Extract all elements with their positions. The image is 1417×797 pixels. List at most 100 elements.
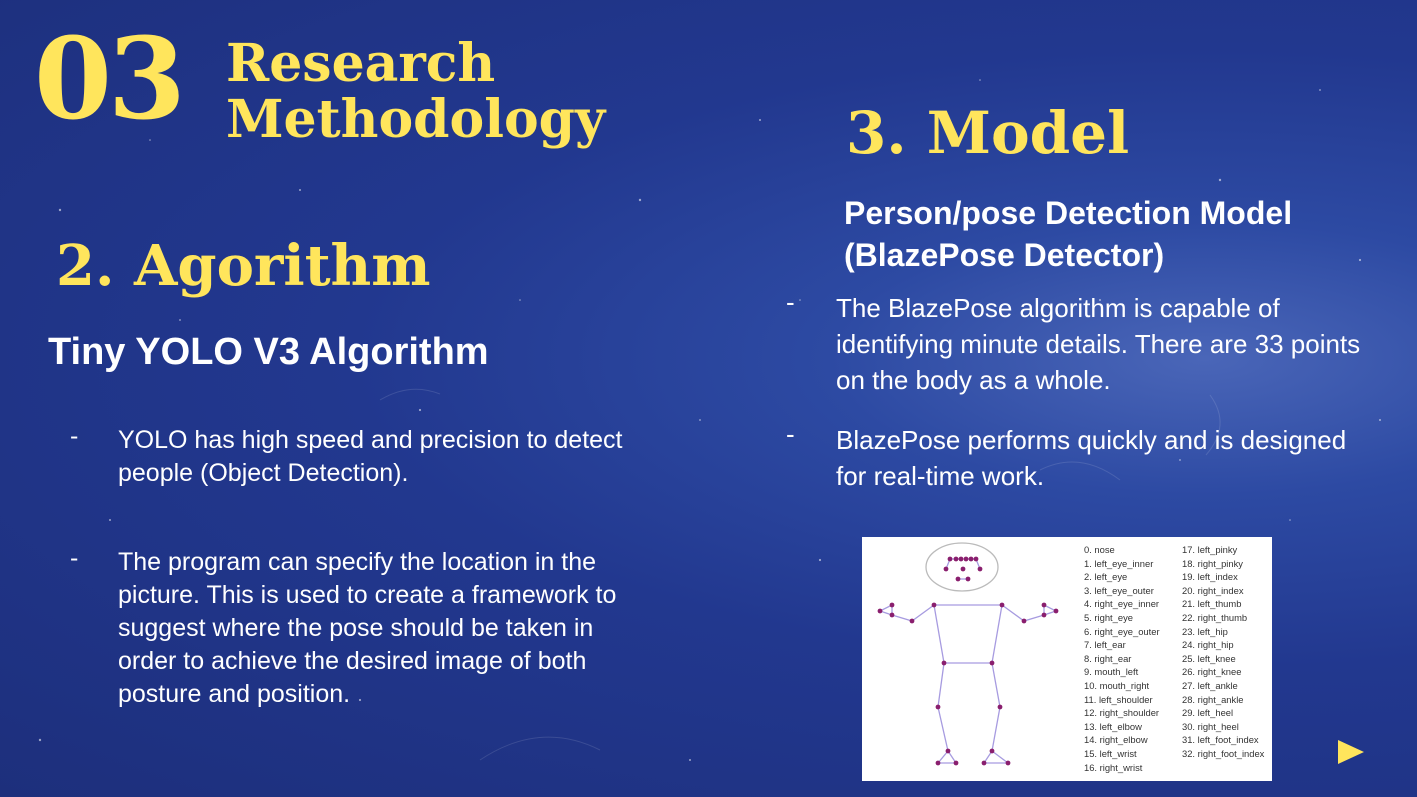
keypoint-label: 30. right_heel [1182, 720, 1239, 732]
joint [935, 704, 941, 710]
joint [968, 556, 974, 562]
joint [1021, 618, 1027, 624]
keypoint-label: 4. right_eye_inner [1084, 598, 1160, 610]
keypoint-legend-col2: 17. left_pinky 18. right_pinky 19. left_in… [1182, 543, 1264, 761]
play-triangle-icon [1338, 740, 1364, 764]
keypoint-label: 6. right_eye_outer [1084, 625, 1160, 637]
joint [977, 566, 983, 572]
joint [997, 704, 1003, 710]
joint [877, 608, 883, 614]
section-title-line1: Research [226, 33, 496, 94]
keypoint-label: 27. left_ankle [1182, 679, 1238, 691]
next-slide-button[interactable] [1336, 738, 1366, 766]
model-bullet-list: - The BlazePose algorithm is capable of … [786, 287, 1376, 494]
joint [981, 760, 987, 766]
keypoint-label: 5. right_eye [1084, 611, 1133, 623]
keypoint-label: 22. right_thumb [1182, 611, 1248, 623]
keypoint-label: 21. left_thumb [1182, 598, 1242, 610]
keypoint-label: 25. left_knee [1182, 652, 1236, 664]
joint [955, 576, 961, 582]
joint [958, 556, 964, 562]
joint [1053, 608, 1059, 614]
joint [1041, 612, 1047, 618]
keypoint-label: 14. right_elbow [1084, 734, 1148, 746]
keypoint-label: 29. left_heel [1182, 707, 1234, 719]
keypoint-label: 15. left_wrist [1084, 747, 1137, 759]
joint [953, 760, 959, 766]
bullet-text: The BlazePose algorithm is capable of id… [836, 293, 1361, 395]
model-subheading: Person/pose Detection Model (BlazePose D… [844, 192, 1292, 276]
bullet-dash: - [786, 287, 795, 317]
joint [935, 760, 941, 766]
bone [982, 750, 1010, 764]
bullet-dash: - [70, 544, 79, 572]
keypoint-label: 12. right_shoulder [1084, 707, 1160, 719]
model-heading: 3. Model [846, 99, 1130, 167]
model-bullet: - BlazePose performs quickly and is desi… [786, 419, 1376, 494]
joints [877, 556, 1059, 766]
model-subheading-line1: Person/pose Detection Model [844, 195, 1293, 231]
joint [999, 602, 1005, 608]
keypoint-label: 8. right_ear [1084, 652, 1132, 664]
keypoint-label: 28. right_ankle [1182, 693, 1244, 705]
joint [941, 660, 947, 666]
keypoint-label: 16. right_wrist [1084, 761, 1143, 773]
keypoint-label: 26. right_knee [1182, 666, 1242, 678]
keypoint-label: 0. nose [1084, 544, 1115, 555]
keypoint-label: 9. mouth_left [1084, 666, 1139, 678]
keypoint-label: 23. left_hip [1182, 625, 1228, 637]
bullet-text: BlazePose performs quickly and is design… [836, 425, 1347, 491]
keypoint-legend-col1: 0. nose 1. left_eye_inner 2. left_eye 3. le… [1084, 543, 1160, 774]
keypoint-label: 24. right_hip [1182, 639, 1234, 651]
slide: 03 Research Methodology 2. Agorithm Tiny… [0, 0, 1417, 797]
joint [989, 748, 995, 754]
keypoint-label: 20. right_index [1182, 584, 1244, 596]
joint [889, 612, 895, 618]
bullet-text: The program can specify the location in … [118, 548, 617, 708]
keypoint-label: 32. right_foot_index [1182, 747, 1265, 759]
algorithm-subheading: Tiny YOLO V3 Algorithm [48, 331, 489, 373]
model-bullet: - The BlazePose algorithm is capable of … [786, 287, 1376, 398]
keypoint-label: 19. left_index [1182, 571, 1238, 583]
joint [945, 748, 951, 754]
keypoint-label: 18. right_pinky [1182, 557, 1243, 569]
joint [931, 602, 937, 608]
joint [973, 556, 979, 562]
keypoint-label: 10. mouth_right [1084, 679, 1150, 691]
joint [1005, 760, 1011, 766]
keypoint-label: 7. left_ear [1084, 639, 1126, 651]
keypoint-label: 11. left_shoulder [1084, 693, 1153, 705]
blazepose-keypoint-figure: 0. nose 1. left_eye_inner 2. left_eye 3. le… [862, 537, 1272, 781]
keypoint-label: 13. left_elbow [1084, 720, 1142, 732]
joint [960, 566, 966, 572]
joint [989, 660, 995, 666]
section-title-line2: Methodology [226, 89, 606, 150]
joint [947, 556, 953, 562]
bullet-dash: - [786, 419, 795, 449]
joint [953, 556, 959, 562]
bone [933, 604, 1003, 664]
keypoint-label: 31. left_foot_index [1182, 734, 1259, 746]
section-title: Research Methodology [226, 36, 605, 148]
algorithm-bullet: - The program can specify the location i… [70, 544, 630, 711]
keypoint-label: 1. left_eye_inner [1084, 557, 1154, 569]
joint [909, 618, 915, 624]
algorithm-heading: 2. Agorithm [56, 233, 431, 299]
joint [889, 602, 895, 608]
keypoint-label: 3. left_eye_outer [1084, 584, 1154, 596]
algorithm-bullet-list: - YOLO has high speed and precision to d… [70, 422, 630, 711]
keypoint-label: 17. left_pinky [1182, 544, 1238, 555]
section-number: 03 [34, 14, 186, 145]
joint [943, 566, 949, 572]
bullet-text: YOLO has high speed and precision to det… [118, 426, 623, 487]
bullet-dash: - [70, 422, 79, 450]
model-subheading-line2: (BlazePose Detector) [844, 237, 1165, 273]
joint [1041, 602, 1047, 608]
algorithm-bullet: - YOLO has high speed and precision to d… [70, 422, 630, 490]
skeleton-diagram [877, 542, 1059, 766]
bone [891, 604, 935, 622]
bone [1001, 604, 1045, 622]
joint [963, 556, 969, 562]
joint [965, 576, 971, 582]
keypoint-label: 2. left_eye [1084, 571, 1128, 583]
